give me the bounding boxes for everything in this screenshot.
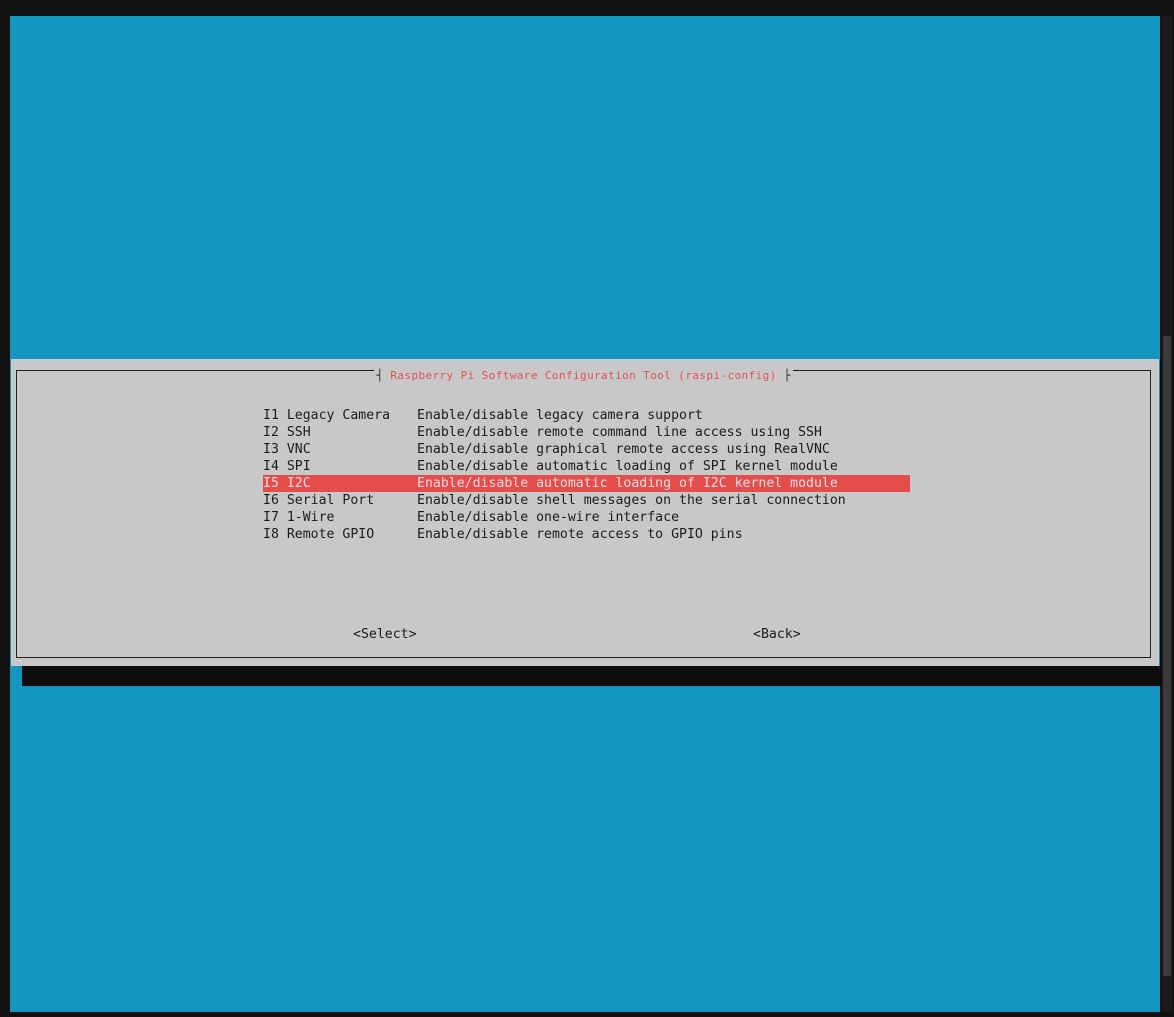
- interface-options-menu: I1 Legacy Camera Enable/disable legacy ca…: [263, 407, 910, 543]
- menu-item-remote-gpio[interactable]: I8 Remote GPIO Enable/disable remote acce…: [263, 526, 910, 543]
- menu-item-description: Enable/disable automatic loading of SPI …: [417, 459, 838, 474]
- menu-item-i2c[interactable]: I5 I2C Enable/disable automatic loading o…: [263, 475, 910, 492]
- menu-item-legacy-camera[interactable]: I1 Legacy Camera Enable/disable legacy ca…: [263, 407, 910, 424]
- menu-item-description: Enable/disable legacy camera support: [417, 408, 703, 423]
- title-right-bracket: ├: [776, 369, 791, 382]
- menu-item-description: Enable/disable one-wire interface: [417, 510, 680, 525]
- menu-item-serial-port[interactable]: I6 Serial Port Enable/disable shell messa…: [263, 492, 910, 509]
- config-dialog: ┤ Raspberry Pi Software Configuration To…: [11, 359, 1159, 666]
- dialog-frame: ┤ Raspberry Pi Software Configuration To…: [16, 369, 1151, 658]
- menu-item-tag: I2 SSH: [263, 425, 311, 440]
- dialog-title: Raspberry Pi Software Configuration Tool…: [390, 369, 777, 382]
- menu-item-description: Enable/disable remote command line acces…: [417, 425, 822, 440]
- scrollbar-thumb[interactable]: [1163, 336, 1171, 976]
- menu-item-tag: I4 SPI: [263, 459, 311, 474]
- dialog-title-bar: ┤ Raspberry Pi Software Configuration To…: [17, 369, 1150, 383]
- menu-item-tag: I8 Remote GPIO: [263, 527, 375, 542]
- menu-item-tag: I7 1-Wire: [263, 510, 335, 525]
- menu-item-tag: I6 Serial Port: [263, 493, 375, 508]
- menu-item-description: Enable/disable shell messages on the ser…: [417, 493, 846, 508]
- menu-item-vnc[interactable]: I3 VNC Enable/disable graphical remote ac…: [263, 441, 910, 458]
- title-left-bracket: ┤: [376, 369, 391, 382]
- menu-item-tag: I3 VNC: [263, 442, 311, 457]
- menu-item-description: Enable/disable automatic loading of I2C …: [417, 476, 838, 491]
- dialog-title-container: ┤ Raspberry Pi Software Configuration To…: [374, 369, 793, 382]
- menu-item-description: Enable/disable remote access to GPIO pin…: [417, 527, 743, 542]
- menu-item-tag: I1 Legacy Camera: [263, 408, 391, 423]
- menu-item-ssh[interactable]: I2 SSH Enable/disable remote command line…: [263, 424, 910, 441]
- back-button[interactable]: <Back>: [753, 627, 801, 642]
- menu-item-spi[interactable]: I4 SPI Enable/disable automatic loading o…: [263, 458, 910, 475]
- terminal-scrollbar[interactable]: [1162, 16, 1172, 1012]
- menu-item-description: Enable/disable graphical remote access u…: [417, 442, 830, 457]
- dialog-shadow: [22, 666, 1162, 686]
- menu-item-1-wire[interactable]: I7 1-Wire Enable/disable one-wire interfa…: [263, 509, 910, 526]
- menu-item-tag: I5 I2C: [263, 476, 311, 491]
- select-button[interactable]: <Select>: [353, 627, 417, 642]
